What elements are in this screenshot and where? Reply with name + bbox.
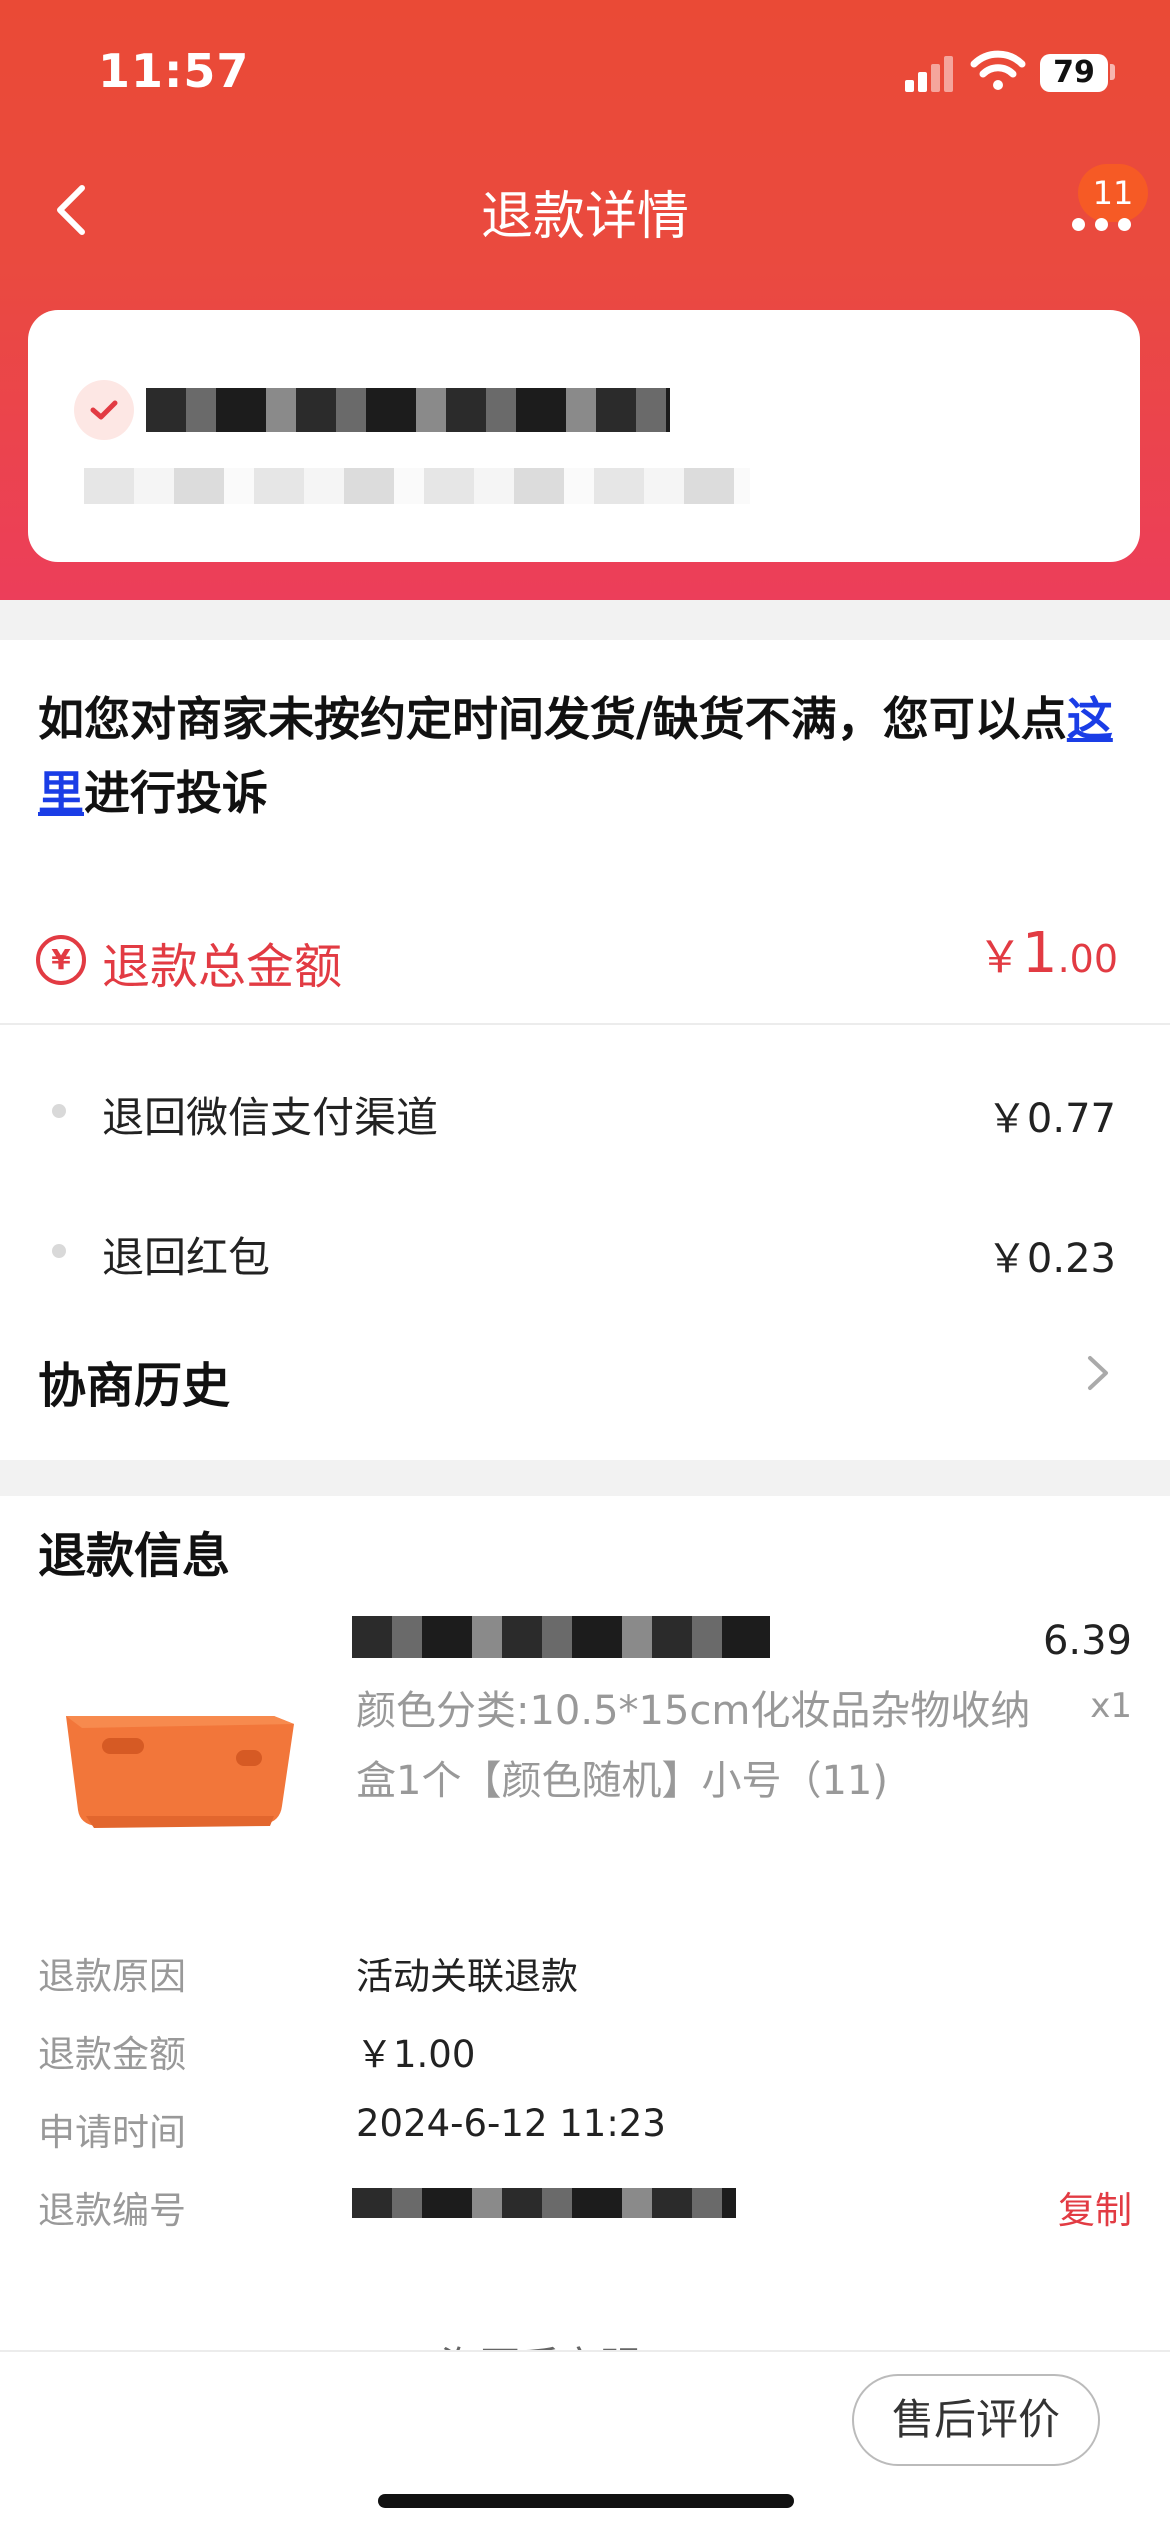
refund-number-row: 退款编号 复制 [0, 2180, 1170, 2240]
redacted-status-desc [84, 468, 750, 504]
refund-info-section: 退款信息 6.39 x1 颜色分类:10.5*15cm化妆品杂物收纳盒1个【颜色… [0, 1496, 1170, 2364]
apply-time-row: 申请时间 2024-6-12 11:23 [0, 2102, 1170, 2162]
status-time: 11:57 [98, 44, 250, 98]
wifi-icon [970, 50, 1026, 90]
check-icon [74, 380, 134, 440]
copy-button[interactable]: 复制 [1058, 2180, 1132, 2234]
field-value: 活动关联退款 [356, 1955, 578, 1998]
product-quantity: x1 [1090, 1686, 1132, 1726]
refund-summary-section: 如您对商家未按约定时间发货/缺货不满，您可以点这里进行投诉 ¥ 退款总金额 ￥1… [0, 640, 1170, 1460]
redacted-refund-number [352, 2188, 736, 2218]
bullet-dot [52, 1104, 66, 1118]
battery-tip [1110, 64, 1115, 80]
field-key: 申请时间 [38, 2111, 186, 2154]
complaint-notice: 如您对商家未按约定时间发货/缺货不满，您可以点这里进行投诉 [38, 682, 1128, 830]
negotiation-history-label: 协商历史 [38, 1358, 231, 1414]
product-price: 6.39 [1042, 1618, 1132, 1664]
field-key: 退款编号 [38, 2189, 186, 2232]
after-sale-review-button[interactable]: 售后评价 [852, 2374, 1100, 2466]
chevron-right-icon [1088, 1356, 1108, 1390]
battery-icon: 79 [1040, 54, 1108, 92]
refund-channel-amount: ￥0.23 [986, 1236, 1116, 1282]
page-title: 退款详情 [480, 187, 689, 247]
total-decimal: .00 [1057, 937, 1118, 981]
field-value: 2024-6-12 11:23 [356, 2102, 666, 2145]
cellular-signal-icon [905, 56, 957, 92]
bullet-dot [52, 1244, 66, 1258]
nav-bar: 退款详情 11 [0, 150, 1170, 270]
yuan-icon: ¥ [36, 935, 86, 985]
complaint-text: 如您对商家未按约定时间发货/缺货不满，您可以点 [38, 692, 1067, 746]
more-button[interactable]: 11 [1060, 164, 1150, 250]
refund-channel-row: 退回红包 ￥0.23 [0, 1180, 1170, 1320]
refund-info-title: 退款信息 [38, 1528, 231, 1584]
field-key: 退款金额 [38, 2033, 186, 2076]
refund-status-card [28, 310, 1140, 562]
refund-channel-amount: ￥0.77 [986, 1096, 1116, 1142]
field-key: 退款原因 [38, 1955, 186, 1998]
refund-channel-label: 退回微信支付渠道 [102, 1093, 439, 1142]
more-dots-icon [1072, 218, 1131, 231]
refund-channel-label: 退回红包 [102, 1233, 271, 1282]
total-refund-row: ¥ 退款总金额 ￥1.00 [0, 895, 1170, 1025]
total-integer: 1 [1021, 921, 1058, 986]
message-count-badge: 11 [1078, 164, 1148, 222]
status-bar: 11:57 79 [0, 0, 1170, 150]
redacted-status-title [146, 388, 670, 432]
product-spec: 颜色分类:10.5*15cm化妆品杂物收纳盒1个【颜色随机】小号（11) [356, 1688, 1031, 1804]
total-refund-label: 退款总金额 [102, 939, 343, 995]
bottom-action-bar: 售后评价 [0, 2350, 1170, 2532]
refund-amount-row: 退款金额 ￥1.00 [0, 2024, 1170, 2084]
total-refund-amount: ￥1.00 [978, 921, 1118, 986]
refund-channel-row: 退回微信支付渠道 ￥0.77 [0, 1040, 1170, 1180]
product-image[interactable] [60, 1676, 300, 1846]
field-value: ￥1.00 [356, 2033, 476, 2076]
negotiation-history-row[interactable]: 协商历史 [0, 1310, 1170, 1430]
complaint-text-end: 进行投诉 [84, 766, 268, 820]
refund-reason-row: 退款原因 活动关联退款 [0, 1946, 1170, 2006]
home-indicator [378, 2494, 794, 2508]
total-currency: ￥ [977, 932, 1022, 983]
redacted-product-name [352, 1616, 770, 1658]
